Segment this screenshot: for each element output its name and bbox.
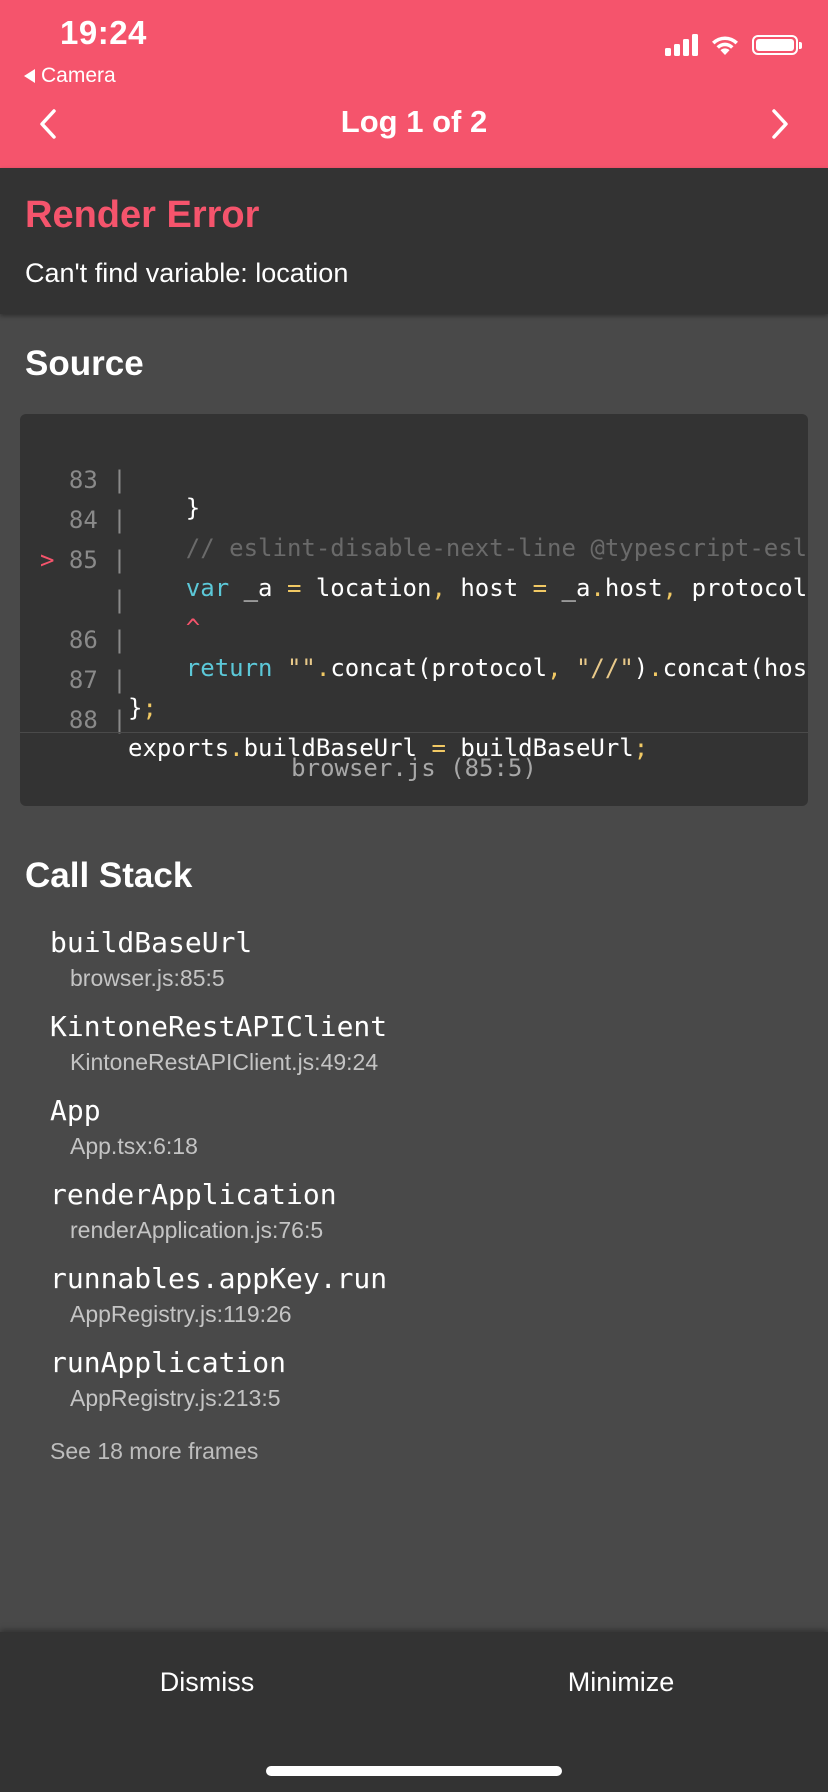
call-stack-heading: Call Stack [25, 856, 193, 895]
stack-frame[interactable]: runnables.appKey.run AppRegistry.js:119:2… [50, 1262, 387, 1328]
code-line: 86 | return "".concat(protocol, "//").co… [20, 598, 808, 682]
home-indicator[interactable] [266, 1766, 562, 1776]
frame-function-name: App [50, 1094, 101, 1127]
error-message: Can't find variable: location [25, 258, 349, 288]
stack-frame[interactable]: runApplication AppRegistry.js:213:5 [50, 1346, 286, 1412]
code-line: | ^ [20, 558, 808, 642]
source-file-location: browser.js (85:5) [291, 754, 537, 782]
see-more-frames-button[interactable]: See 18 more frames [50, 1438, 258, 1465]
status-time: 19:24 [60, 14, 147, 51]
wifi-icon [712, 36, 738, 55]
code-line: 83 | } [20, 438, 808, 522]
frame-location: AppRegistry.js:119:26 [70, 1301, 292, 1327]
error-title: Render Error [25, 194, 260, 236]
frame-location: AppRegistry.js:213:5 [70, 1385, 281, 1411]
code-line-error: > 85 | var _a = location, host = _a.host… [20, 518, 808, 602]
signal-icon [665, 34, 698, 56]
frame-function-name: buildBaseUrl [50, 926, 253, 959]
back-app-label: Camera [41, 64, 116, 87]
log-title: Log 1 of 2 [340, 104, 488, 139]
battery-icon [752, 35, 802, 55]
stack-frame[interactable]: KintoneRestAPIClient KintoneRestAPIClient… [50, 1010, 387, 1076]
code-line: 88 | exports.buildBaseUrl = buildBaseUrl… [20, 678, 808, 762]
back-to-app-link[interactable]: Camera [24, 64, 116, 88]
code-line: 84 | // eslint-disable-next-line @typesc… [20, 478, 808, 562]
code-line: 87 | }; [20, 638, 808, 722]
frame-location: KintoneRestAPIClient.js:49:24 [70, 1049, 379, 1075]
back-triangle-icon [24, 69, 35, 83]
frame-function-name: KintoneRestAPIClient [50, 1010, 388, 1043]
line-number: 88 | [40, 706, 127, 734]
stack-frame[interactable]: renderApplication renderApplication.js:76… [50, 1178, 337, 1244]
frame-location: App.tsx:6:18 [70, 1133, 198, 1159]
error-summary: Render Error Can't find variable: locati… [0, 168, 828, 314]
minimize-button[interactable]: Minimize [414, 1632, 828, 1732]
frame-function-name: runnables.appKey.run [50, 1262, 388, 1295]
stack-frame[interactable]: App App.tsx:6:18 [50, 1094, 198, 1160]
next-log-button[interactable] [760, 104, 800, 144]
frame-function-name: runApplication [50, 1346, 287, 1379]
divider [20, 732, 808, 733]
frame-location: browser.js:85:5 [70, 965, 225, 991]
frame-function-name: renderApplication [50, 1178, 337, 1211]
frame-location: renderApplication.js:76:5 [70, 1217, 324, 1243]
chevron-right-icon [772, 109, 788, 139]
source-code-frame[interactable]: 83 | } 84 | // eslint-disable-next-line … [20, 414, 808, 806]
source-heading: Source [25, 344, 144, 383]
dismiss-button[interactable]: Dismiss [0, 1632, 414, 1732]
stack-frame[interactable]: buildBaseUrl browser.js:85:5 [50, 926, 252, 992]
status-icons [665, 34, 802, 56]
header-bar: 19:24 Camera Log 1 of 2 [0, 0, 828, 168]
